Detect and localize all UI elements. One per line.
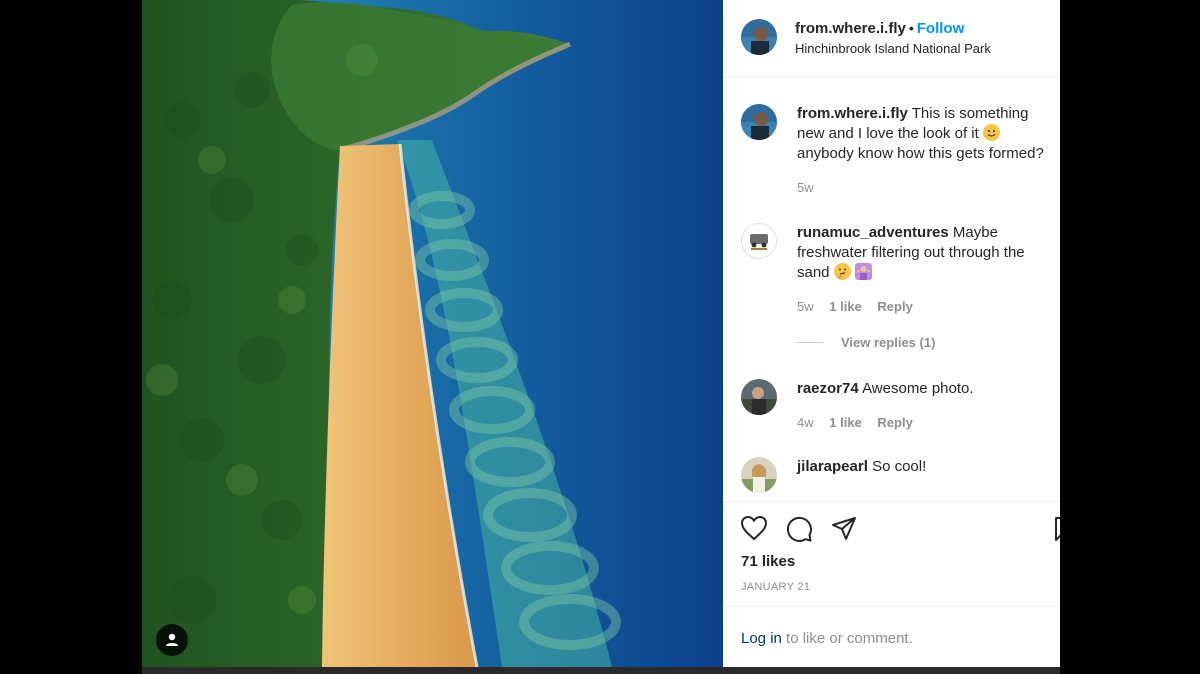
post-date[interactable]: JANUARY 21 <box>741 581 810 593</box>
post-photo <box>142 0 723 667</box>
comment-likes[interactable]: 1 like <box>829 299 862 314</box>
post-actions: 71 likes JANUARY 21 <box>723 501 1060 606</box>
view-replies-label: View replies (1) <box>841 335 936 350</box>
thumbnail-strip <box>142 667 1060 674</box>
thinking-face-emoji <box>833 263 851 280</box>
login-prompt-text: Log in to like or comment. <box>741 630 913 647</box>
post-side-panel: from.where.i.fly • Follow Hinchinbrook Isl… <box>723 0 1060 667</box>
person-shrugging-emoji <box>854 263 872 280</box>
comment-username[interactable]: from.where.i.fly <box>797 105 908 122</box>
likes-count[interactable]: 71 likes <box>741 553 795 570</box>
comment-time[interactable]: 4w <box>797 415 814 430</box>
post-header: from.where.i.fly • Follow Hinchinbrook Isl… <box>723 0 1060 77</box>
replies-divider-line <box>797 342 823 343</box>
commenter-avatar[interactable] <box>741 457 777 493</box>
comment-meta: 5w 1 like Reply <box>797 299 925 314</box>
comment-text-continued: anybody know how this gets formed? <box>797 145 1044 162</box>
commenter-avatar[interactable] <box>741 379 777 415</box>
view-replies-button[interactable]: View replies (1) <box>797 335 935 350</box>
comment-username[interactable]: raezor74 <box>797 380 859 397</box>
follow-button[interactable]: Follow <box>917 20 965 37</box>
post-location[interactable]: Hinchinbrook Island National Park <box>795 41 991 56</box>
commenter-avatar[interactable] <box>741 104 777 140</box>
login-prompt: Log in to like or comment. <box>723 606 1060 667</box>
comment-time[interactable]: 5w <box>797 299 814 314</box>
comment-meta: 4w 1 like Reply <box>797 415 925 430</box>
commenter-avatar[interactable] <box>741 223 777 259</box>
comment-text: Awesome photo. <box>862 380 974 397</box>
author-avatar[interactable] <box>741 19 777 55</box>
person-icon <box>166 633 178 646</box>
comment-body: raezor74 Awesome photo. <box>797 379 1059 399</box>
log-in-link[interactable]: Log in <box>741 630 782 647</box>
share-icon[interactable] <box>831 516 857 547</box>
comment-likes[interactable]: 1 like <box>829 415 862 430</box>
comment-body: from.where.i.fly This is something new a… <box>797 104 1059 164</box>
comment-username[interactable]: jilarapearl <box>797 458 868 475</box>
comment-meta: 5w <box>797 180 826 195</box>
tagged-users-button[interactable] <box>156 624 188 656</box>
comment-body: jilarapearl So cool! <box>797 457 1059 477</box>
bookmark-icon[interactable] <box>1053 516 1060 547</box>
login-rest-text: to like or comment. <box>781 630 913 647</box>
comment-time[interactable]: 5w <box>797 180 814 195</box>
comments-list[interactable]: from.where.i.fly This is something new a… <box>723 78 1060 501</box>
post-modal: from.where.i.fly • Follow Hinchinbrook Isl… <box>0 0 1200 674</box>
comment-text: So cool! <box>872 458 927 475</box>
comment-body: runamuc_adventures Maybe freshwater filt… <box>797 223 1059 283</box>
reply-button[interactable]: Reply <box>877 299 912 314</box>
author-username[interactable]: from.where.i.fly <box>795 20 906 37</box>
smiling-face-emoji <box>982 124 1000 141</box>
separator-dot: • <box>908 20 914 36</box>
reply-button[interactable]: Reply <box>877 415 912 430</box>
comment-icon[interactable] <box>785 515 813 548</box>
header-names: from.where.i.fly • Follow Hinchinbrook Isl… <box>795 20 991 56</box>
heart-icon[interactable] <box>740 515 768 546</box>
comment-username[interactable]: runamuc_adventures <box>797 224 949 241</box>
